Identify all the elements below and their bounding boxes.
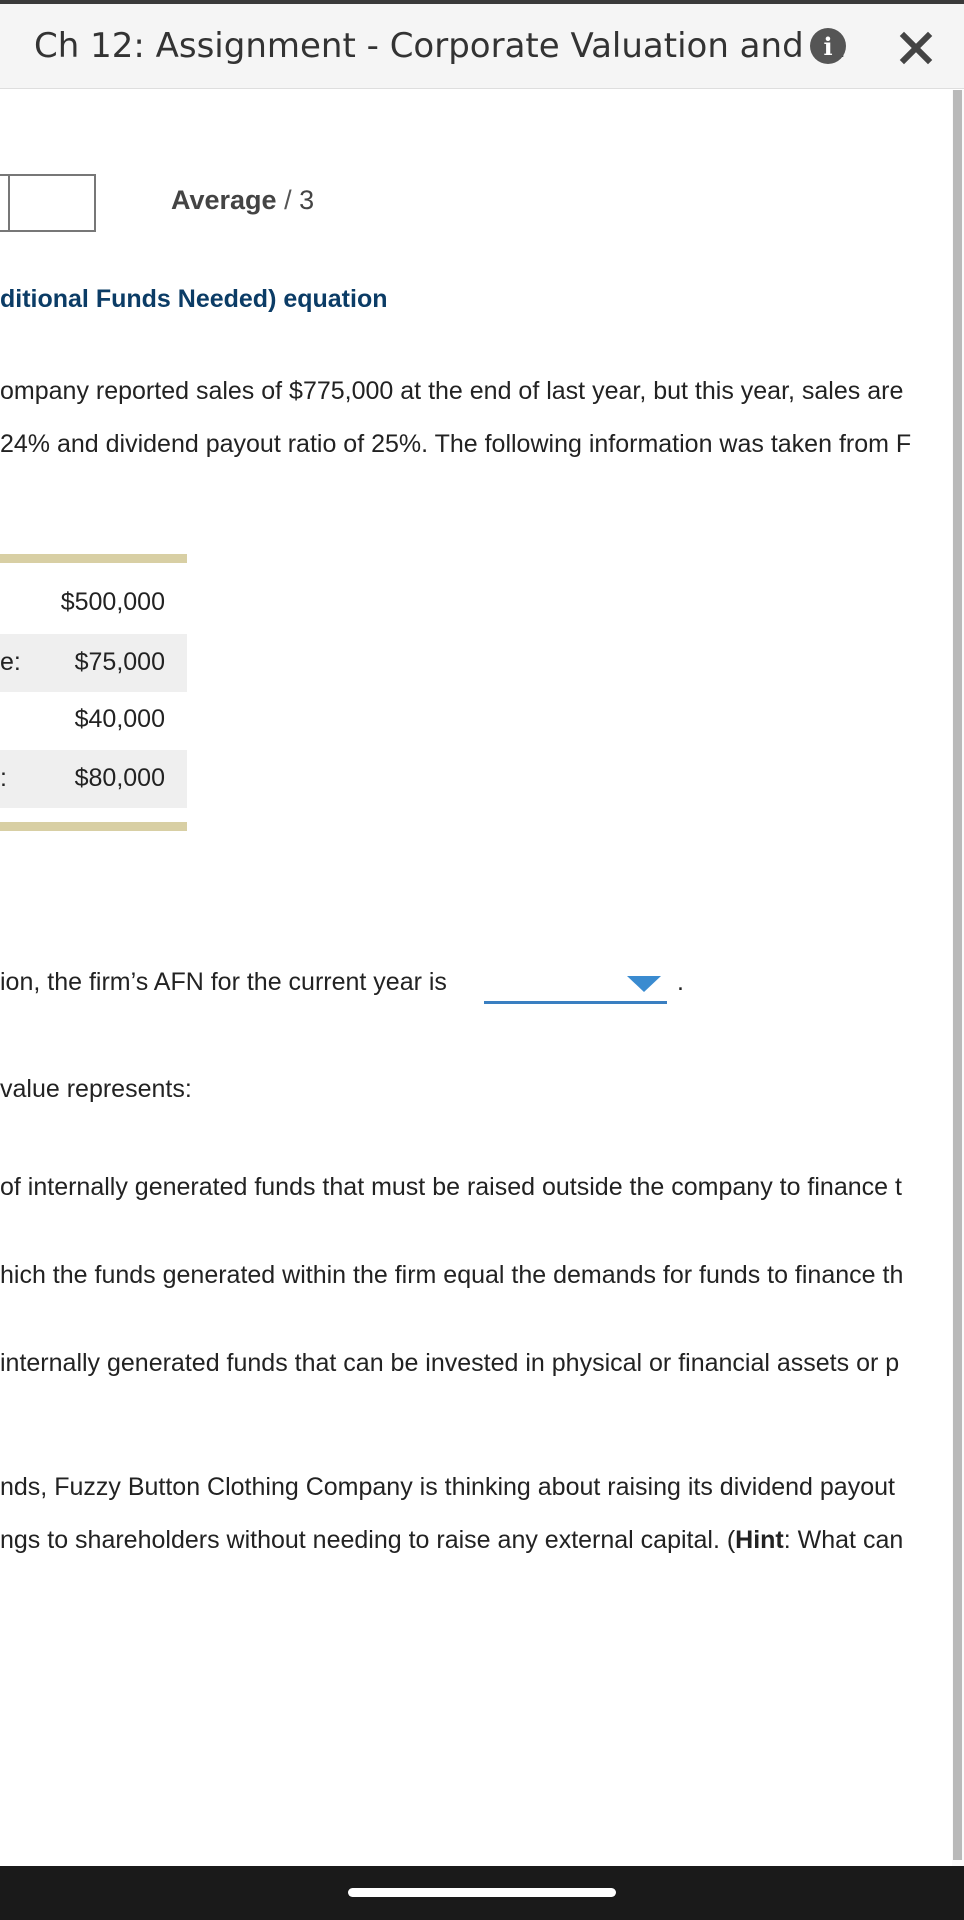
home-indicator[interactable] [348,1888,616,1897]
table-bottom-border [0,822,187,831]
chevron-down-icon [627,976,661,992]
answer-option[interactable]: of internally generated funds that must … [0,1173,902,1202]
score-separator: / [284,185,292,215]
close-icon[interactable] [896,28,936,68]
table-row-value: $80,000 [74,764,165,792]
dividend-question-text: ngs to shareholders without needing to r… [0,1526,736,1554]
score-label: Average / 3 [171,185,314,216]
table-row: : $80,000 [0,750,187,808]
section-heading: ditional Funds Needed) equation [0,285,388,313]
hint-text: : What can [783,1526,904,1554]
info-icon[interactable]: i [810,28,846,64]
score-max: 3 [299,185,315,215]
afn-question-period: . [677,968,684,996]
assignment-header: Ch 12: Assignment - Corporate Valuation … [0,4,964,89]
problem-line-2: 24% and dividend payout ratio of 25%. Th… [0,430,912,458]
table-row-label: e: [0,648,21,676]
afn-question: ion, the firm’s AFN for the current year… [0,968,447,996]
table-top-border [0,554,187,563]
assignment-title: Ch 12: Assignment - Corporate Valuation … [34,26,847,66]
table-row: $500,000 [0,574,187,632]
problem-line-1: ompany reported sales of $775,000 at the… [0,377,904,405]
dividend-question-line-1: nds, Fuzzy Button Clothing Company is th… [0,1473,895,1501]
table-row-value: $40,000 [74,705,165,733]
afn-answer-dropdown[interactable] [484,972,667,1004]
score-input-box [0,174,96,232]
afn-represents-question: value represents: [0,1075,192,1103]
answer-option[interactable]: hich the funds generated within the firm… [0,1261,903,1290]
table-row-value: $75,000 [74,648,165,676]
table-row: $40,000 [0,691,187,749]
hint-label: Hint [735,1526,784,1554]
grade-category: Average [171,185,277,215]
table-row-value: $500,000 [60,588,165,616]
answer-option[interactable]: internally generated funds that can be i… [0,1349,899,1378]
score-box-divider [8,176,10,230]
dividend-question-line-2: ngs to shareholders without needing to r… [0,1526,903,1555]
table-row: e: $75,000 [0,634,187,692]
scrollbar-thumb[interactable] [953,90,962,1860]
table-row-label: : [0,764,7,792]
